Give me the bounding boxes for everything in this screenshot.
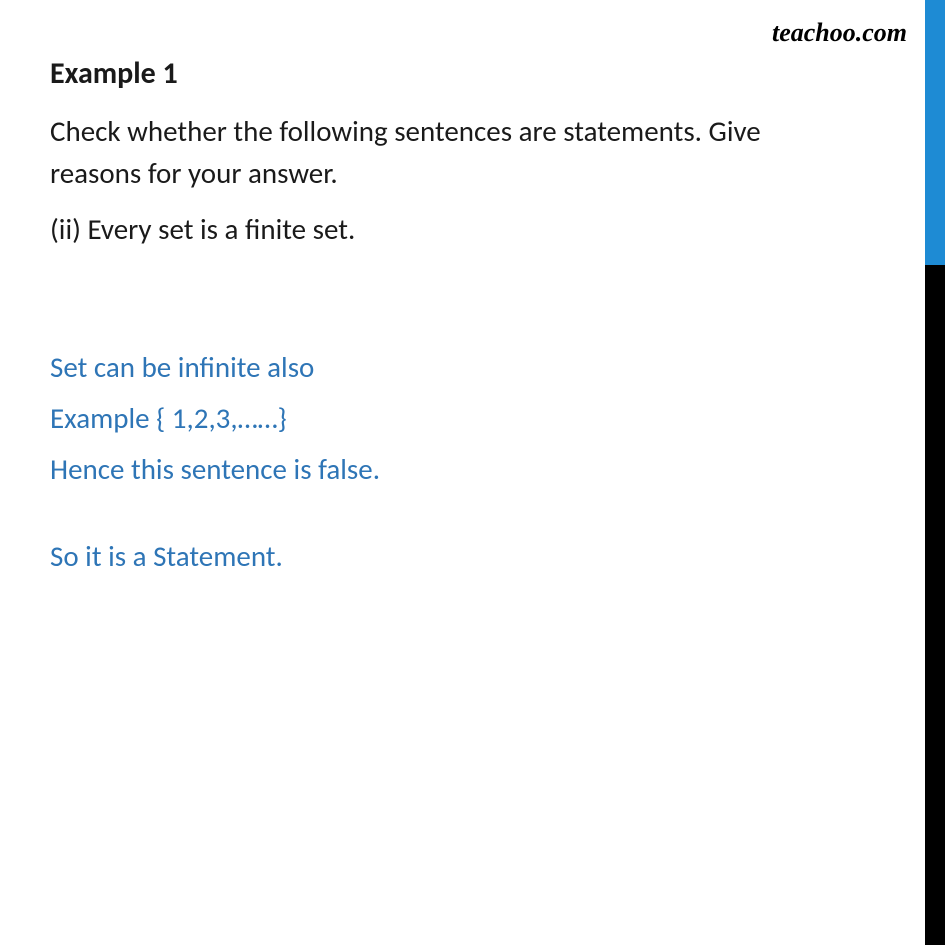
answer-line-1: Set can be infinite also: [50, 345, 850, 390]
question-main-text: Check whether the following sentences ar…: [50, 110, 850, 194]
example-heading: Example 1: [50, 55, 850, 92]
watermark-text: teachoo.com: [772, 18, 907, 48]
question-sub-text: (ii) Every set is a finite set.: [50, 208, 850, 250]
answer-line-3: Hence this sentence is false.: [50, 447, 850, 492]
document-content: Example 1 Check whether the following se…: [0, 0, 900, 579]
answer-conclusion: So it is a Statement.: [50, 534, 850, 579]
side-accent-blue: [925, 0, 945, 265]
side-accent-black: [925, 265, 945, 945]
answer-line-2: Example { 1,2,3,……}: [50, 396, 850, 441]
